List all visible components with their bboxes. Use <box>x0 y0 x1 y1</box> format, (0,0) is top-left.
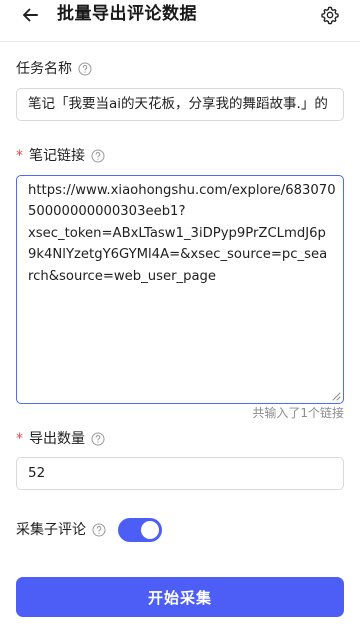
required-mark: * <box>16 431 23 447</box>
settings-button[interactable] <box>318 3 342 27</box>
back-button[interactable] <box>16 3 44 27</box>
export-count-help-icon[interactable] <box>91 432 105 446</box>
note-link-help-icon[interactable] <box>91 149 105 163</box>
task-name-label-row: 任务名称 <box>16 59 92 79</box>
note-link-line: 50000000000303eeb1? <box>28 204 186 220</box>
export-count-label-row: * 导出数量 <box>16 429 105 449</box>
gear-icon <box>321 6 339 25</box>
back-arrow-icon <box>23 8 38 22</box>
task-name-help-icon[interactable] <box>78 62 92 76</box>
task-name-label: 任务名称 <box>16 61 72 77</box>
sub-comments-toggle[interactable] <box>118 518 162 542</box>
export-count-label: 导出数量 <box>29 431 85 447</box>
note-link-textarea[interactable]: https://www.xiaohongshu.com/explore/6830… <box>16 175 344 404</box>
page-title: 批量导出评论数据 <box>57 4 197 24</box>
export-count-input[interactable]: 52 <box>16 457 344 490</box>
sub-comments-help-icon[interactable] <box>92 523 106 537</box>
note-link-label: 笔记链接 <box>29 148 85 164</box>
start-collect-button[interactable]: 开始采集 <box>16 577 344 617</box>
link-count-hint: 共输入了1个链接 <box>252 406 344 420</box>
note-link-line: https://www.xiaohongshu.com/explore/6830… <box>28 183 336 198</box>
resize-handle-icon[interactable] <box>332 392 341 401</box>
header-bar: 批量导出评论数据 <box>0 0 360 42</box>
note-link-line: 9k4NlYzetgY6GYMl4A=&xsec_source=pc_sea <box>28 247 328 263</box>
task-name-input[interactable]: 笔记「我要当ai的天花板，分享我的舞蹈故事.」的 <box>16 88 344 121</box>
sub-comments-label-row: 采集子评论 <box>16 520 106 540</box>
note-link-label-row: * 笔记链接 <box>16 146 105 166</box>
note-link-line: rch&source=web_user_page <box>28 268 217 284</box>
sub-comments-label: 采集子评论 <box>16 522 86 538</box>
required-mark: * <box>16 148 23 164</box>
note-link-line: xsec_token=ABxLTasw1_3iDPyp9PrZCLmdJ6p <box>28 225 326 241</box>
toggle-knob <box>141 521 159 539</box>
